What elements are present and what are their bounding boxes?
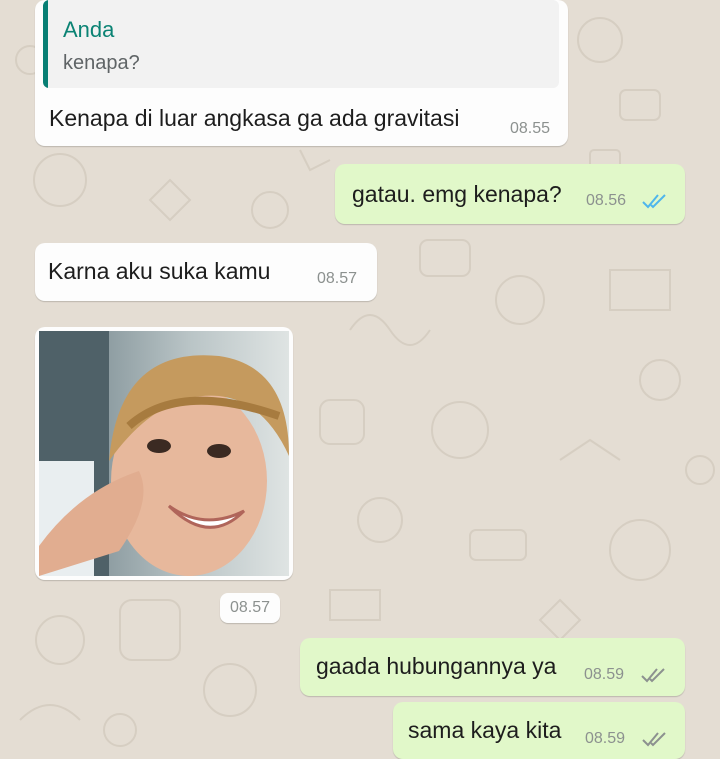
quoted-text: kenapa? <box>63 52 140 74</box>
message-timestamp: 08.57 <box>220 593 281 623</box>
incoming-image-message[interactable]: 08.57 <box>35 327 293 623</box>
outgoing-message-bubble[interactable]: gatau. emg kenapa? 08.56 <box>335 164 685 224</box>
message-text: Karna aku suka kamu <box>48 258 271 284</box>
double-check-icon <box>642 732 666 747</box>
outgoing-message-bubble[interactable]: sama kaya kita 08.59 <box>393 702 685 759</box>
message-text: gatau. emg kenapa? <box>352 181 562 207</box>
incoming-message-bubble[interactable]: Anda kenapa? Kenapa di luar angkasa ga a… <box>35 0 568 146</box>
message-timestamp: 08.57 <box>317 270 358 287</box>
message-timestamp: 08.55 <box>510 120 551 137</box>
message-timestamp: 08.59 <box>585 730 626 747</box>
quoted-reply[interactable]: Anda kenapa? <box>43 0 559 88</box>
message-timestamp: 08.56 <box>586 192 627 209</box>
message-text: sama kaya kita <box>408 717 562 743</box>
quote-accent-bar <box>43 0 48 88</box>
message-text: gaada hubungannya ya <box>316 653 557 679</box>
message-timestamp: 08.59 <box>584 666 625 683</box>
double-check-icon <box>642 194 666 209</box>
double-check-icon <box>641 668 665 683</box>
message-text: Kenapa di luar angkasa ga ada gravitasi <box>49 105 460 131</box>
incoming-message-bubble[interactable]: Karna aku suka kamu 08.57 <box>35 243 377 301</box>
photo-image[interactable] <box>39 331 289 576</box>
quoted-author: Anda <box>63 17 115 42</box>
outgoing-message-bubble[interactable]: gaada hubungannya ya 08.59 <box>300 638 685 696</box>
